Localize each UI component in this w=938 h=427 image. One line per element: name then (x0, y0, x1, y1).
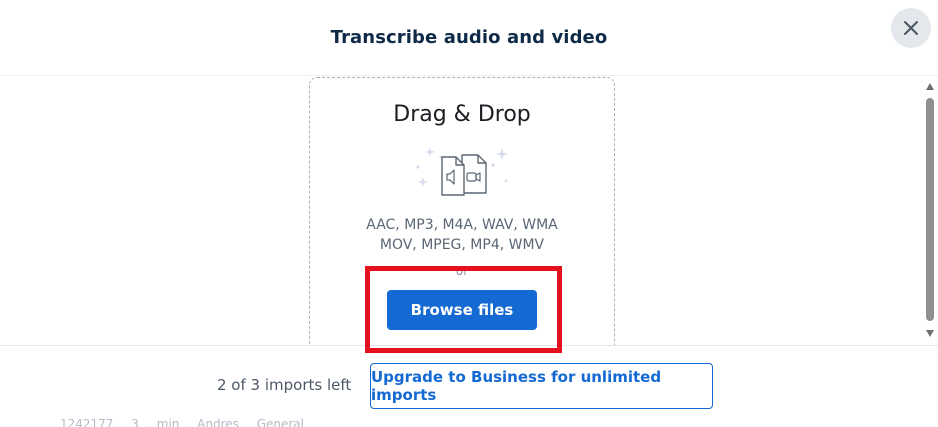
formats-audio: AAC, MP3, M4A, WAV, WMA (366, 217, 558, 233)
formats-video: MOV, MPEG, MP4, WMV (379, 237, 545, 253)
upgrade-business-button[interactable]: Upgrade to Business for unlimited import… (370, 363, 713, 409)
drop-zone[interactable]: Drag & Drop AAC, MP3, M4A, WAV, WMA MOV,… (309, 77, 615, 345)
modal-header: Transcribe audio and video (0, 0, 938, 76)
drop-zone-title: Drag & Drop (393, 102, 531, 127)
scrollbar[interactable] (923, 77, 938, 345)
modal-title: Transcribe audio and video (330, 27, 608, 48)
scroll-down-arrow-icon[interactable] (926, 330, 934, 337)
modal-body: Drag & Drop AAC, MP3, M4A, WAV, WMA MOV,… (0, 77, 938, 345)
imports-left-text: 2 of 3 imports left (217, 376, 352, 394)
supported-formats: AAC, MP3, M4A, WAV, WMA MOV, MPEG, MP4, … (310, 215, 614, 255)
close-icon (904, 21, 918, 35)
scroll-up-arrow-icon[interactable] (926, 83, 934, 90)
scrollbar-thumb[interactable] (926, 98, 934, 321)
transcribe-modal: Transcribe audio and video Drag & Drop A… (0, 0, 938, 427)
modal-footer: 2 of 3 imports left Upgrade to Business … (0, 345, 938, 427)
browse-files-button[interactable]: Browse files (387, 290, 537, 330)
audio-video-files-icon (416, 147, 508, 196)
close-button[interactable] (891, 8, 931, 48)
or-separator: or (455, 264, 469, 278)
background-table-row: 1242177 3 min Andres General (60, 417, 304, 427)
